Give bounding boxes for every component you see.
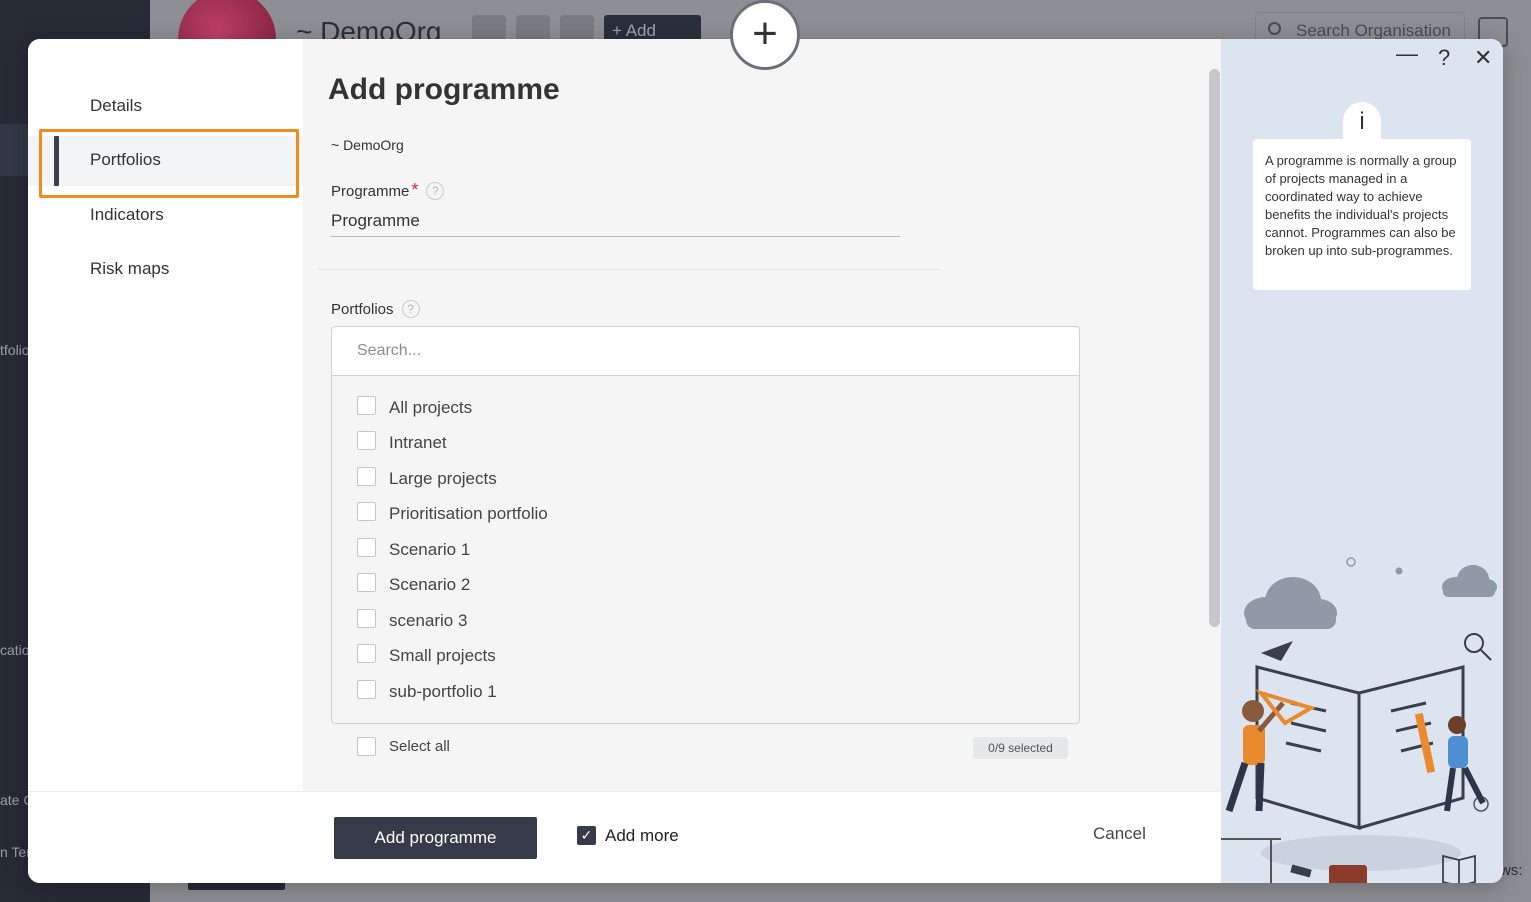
programme-label-text: Programme xyxy=(331,183,410,200)
magnifier-icon xyxy=(1464,633,1492,661)
help-icon[interactable]: ? xyxy=(426,182,445,200)
checkbox[interactable] xyxy=(357,680,376,699)
checkbox[interactable] xyxy=(357,538,376,557)
page-title: Add programme xyxy=(328,73,560,106)
portfolio-option-label: sub-portfolio 1 xyxy=(389,682,497,701)
help-panel: — ? ✕ i A programme is normally a group … xyxy=(1221,39,1503,883)
nav-item-risk-maps[interactable]: Risk maps xyxy=(28,245,303,295)
portfolio-option-label: Intranet xyxy=(389,433,447,452)
portfolios-label: Portfolios? xyxy=(331,300,420,318)
search-icon xyxy=(1268,22,1281,35)
programme-name-input[interactable] xyxy=(331,206,900,237)
checkbox[interactable] xyxy=(357,467,376,486)
add-programme-button[interactable]: Add programme xyxy=(334,817,537,859)
checkbox[interactable] xyxy=(357,502,376,521)
paper-plane-icon xyxy=(1261,641,1293,661)
background-sidebar-fragment: catio xyxy=(0,642,30,658)
scrollbar[interactable] xyxy=(1209,69,1220,627)
checkbox[interactable] xyxy=(357,609,376,628)
illustration xyxy=(1221,557,1497,883)
programme-label: Programme *? xyxy=(331,180,445,201)
book-icon xyxy=(1255,665,1465,831)
person-icon xyxy=(1414,712,1486,812)
cloud-icon xyxy=(1244,577,1337,629)
person-icon xyxy=(1225,689,1317,813)
checkbox[interactable] xyxy=(357,644,376,663)
add-programme-dialog: Details Portfolios Indicators Risk maps … xyxy=(28,39,1503,883)
add-icon[interactable]: + xyxy=(730,0,800,70)
portfolio-option-label: Prioritisation portfolio xyxy=(389,504,548,523)
checkbox[interactable] xyxy=(357,737,376,756)
close-icon[interactable]: ✕ xyxy=(1474,45,1492,71)
checkbox[interactable] xyxy=(357,431,376,450)
checkbox[interactable] xyxy=(357,396,376,415)
cloud-icon xyxy=(1442,565,1497,597)
portfolio-option-label: Small projects xyxy=(389,646,496,665)
nav-item-details[interactable]: Details xyxy=(28,82,303,132)
nav-item-indicators[interactable]: Indicators xyxy=(28,191,303,241)
portfolio-option-label: scenario 3 xyxy=(389,611,468,630)
background-sidebar-fragment: n Ter xyxy=(0,844,31,860)
portfolio-option-label: Scenario 2 xyxy=(389,575,471,594)
required-marker: * xyxy=(411,180,419,200)
dialog-footer: Add programme ✓ Add more Cancel xyxy=(28,791,1221,883)
toolbox-icon xyxy=(1329,865,1367,883)
portfolio-search-input[interactable] xyxy=(332,327,1079,376)
dialog-nav: Details Portfolios Indicators Risk maps xyxy=(28,39,303,791)
checkbox[interactable] xyxy=(357,573,376,592)
cancel-button[interactable]: Cancel xyxy=(1093,824,1146,844)
portfolio-option-label: Scenario 1 xyxy=(389,540,471,559)
selection-count-badge: 0/9 selected xyxy=(973,737,1068,759)
background-fragment: ws: xyxy=(1500,862,1523,879)
info-text: A programme is normally a group of proje… xyxy=(1253,139,1471,290)
help-icon[interactable]: ? xyxy=(1438,45,1450,71)
help-icon[interactable]: ? xyxy=(401,300,420,318)
info-icon: i xyxy=(1343,102,1381,144)
minimize-icon[interactable]: — xyxy=(1396,41,1418,67)
checkmark-icon[interactable]: ✓ xyxy=(577,826,596,845)
background-sidebar-fragment: tfolio xyxy=(0,342,30,358)
portfolio-option-label: Large projects xyxy=(389,469,497,488)
nav-item-portfolios[interactable]: Portfolios xyxy=(28,136,303,186)
section-divider xyxy=(317,269,940,270)
org-breadcrumb: ~ DemoOrg xyxy=(331,137,404,153)
dialog-body: Add programme ~ DemoOrg Programme*? Port… xyxy=(303,39,1221,791)
add-more-label: Add more xyxy=(605,826,679,845)
portfolios-label-text: Portfolios xyxy=(331,301,394,318)
portfolio-picker: All projects Intranet Large projects Pri… xyxy=(331,326,1080,724)
portfolio-option-label: All projects xyxy=(389,398,473,417)
select-all-label: Select all xyxy=(389,738,450,755)
